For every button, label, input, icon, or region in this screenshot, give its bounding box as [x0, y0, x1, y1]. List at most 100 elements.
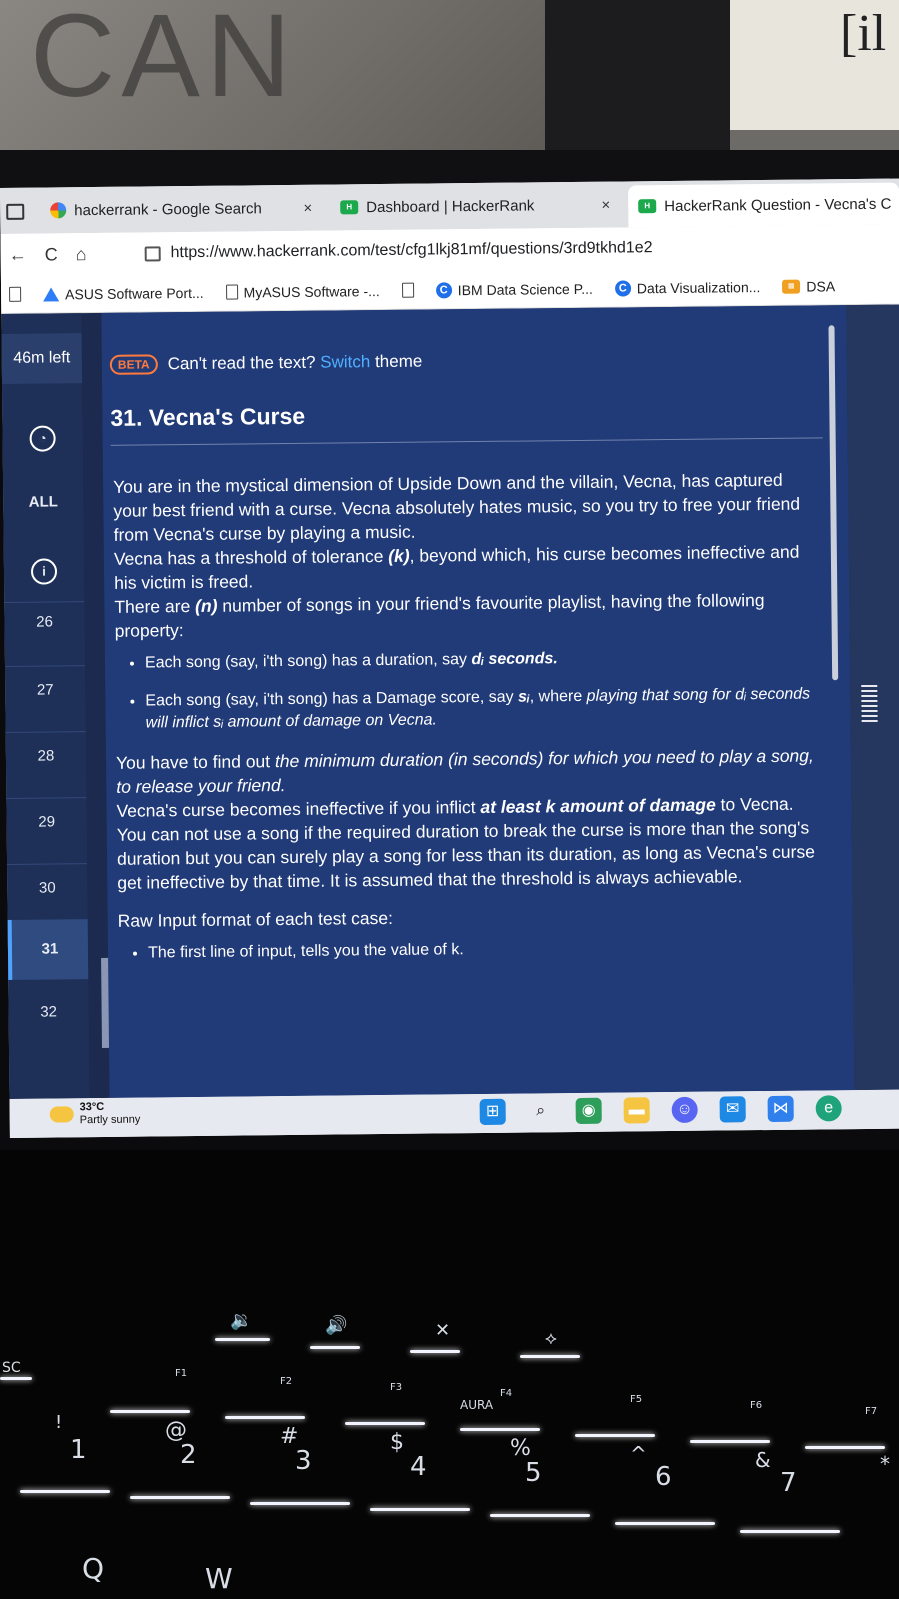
sidebar-item-info[interactable]: i — [4, 558, 84, 585]
key-esc: SC — [2, 1360, 21, 1376]
key-backlight — [0, 1377, 32, 1380]
theme-banner: BETA Can't read the text? Switch theme — [109, 351, 423, 375]
key-backlight — [460, 1428, 540, 1431]
sidebar-item-31[interactable]: 31 — [7, 919, 89, 980]
tab-vecna-question[interactable]: H HackerRank Question - Vecna's C — [628, 182, 899, 228]
partly-sunny-icon — [49, 1106, 74, 1123]
bookmark-asus[interactable]: ASUS Software Port... — [43, 284, 204, 302]
bookmark-dataviz[interactable]: C Data Visualization... — [614, 278, 761, 297]
key-label: $ — [390, 1430, 404, 1455]
sidebar-item-32[interactable]: 32 — [9, 1003, 89, 1021]
back-icon[interactable]: ← — [9, 244, 27, 265]
key-label: * — [880, 1452, 890, 1476]
key-backlight — [310, 1346, 360, 1349]
window-menu-icon[interactable] — [6, 203, 25, 220]
weather-widget[interactable]: 33°C Partly sunny — [49, 1101, 141, 1128]
aura-key-label: AURA — [460, 1398, 494, 1412]
tab-dashboard[interactable]: H Dashboard | HackerRank × — [330, 188, 620, 225]
page-icon — [401, 282, 414, 298]
sidebar-item-26[interactable]: 26 — [4, 613, 84, 631]
bookmark-myasus[interactable]: MyASUS Software -... — [225, 282, 380, 301]
hackerrank-icon: H — [638, 199, 657, 214]
paragraph: Vecna has a threshold of tolerance (k), … — [113, 541, 800, 593]
key-label: 5 — [525, 1458, 542, 1488]
paragraph: There are (n) number of songs in your fr… — [114, 590, 765, 641]
volume-down-icon: 🔉 — [230, 1310, 253, 1331]
key-backlight — [575, 1434, 655, 1437]
hackerrank-icon: H — [340, 200, 359, 215]
mail-icon[interactable]: ✉ — [719, 1096, 746, 1123]
banner-suffix: theme — [374, 351, 423, 372]
divider — [7, 863, 88, 865]
paragraph: You have to find out the minimum duratio… — [115, 745, 814, 797]
file-explorer-icon[interactable]: ▬ — [623, 1097, 650, 1124]
laptop-keyboard: SC 🔉 🔊 ✕ ⟡ F1 F2 F3 F4 AURA F5 F6 F7 ! 1… — [0, 1150, 899, 1599]
sidebar-item-30[interactable]: 30 — [7, 879, 87, 897]
paragraph: You can not use a song if the required d… — [116, 817, 816, 893]
bookmark-label: MyASUS Software -... — [243, 282, 380, 300]
discord-icon[interactable]: ☺ — [671, 1096, 698, 1124]
key-backlight — [225, 1416, 305, 1419]
key-label: & — [755, 1448, 771, 1472]
sidebar-item-27[interactable]: 27 — [5, 681, 85, 699]
url-field[interactable]: https://www.hackerrank.com/test/cfg1lkj8… — [144, 239, 653, 262]
folder-icon: ▦ — [782, 279, 801, 294]
fn-key-label: F7 — [865, 1406, 878, 1417]
key-backlight — [20, 1490, 110, 1493]
sidebar-item-29[interactable]: 29 — [7, 813, 87, 831]
list-item: Each song (say, i'th song) has a Damage … — [145, 683, 815, 734]
coursera-icon: C — [614, 279, 631, 297]
coursera-icon: C — [435, 281, 452, 298]
chrome-icon[interactable]: ◉ — [575, 1097, 602, 1125]
scrollbar[interactable] — [828, 325, 839, 681]
bookmark-label: DSA — [806, 277, 836, 295]
drag-handle[interactable] — [861, 684, 878, 726]
key-label: W — [205, 1562, 233, 1595]
home-icon[interactable]: ⌂ — [76, 244, 87, 265]
fn-key-label: F2 — [280, 1376, 293, 1387]
edge-icon[interactable]: e — [815, 1095, 842, 1122]
property-list: Each song (say, i'th song) has a duratio… — [115, 645, 816, 734]
bookmark-page[interactable] — [401, 282, 414, 298]
list-item: The first line of input, tells you the v… — [148, 935, 818, 964]
mic-mute-icon: ✕ — [435, 1320, 451, 1341]
key-backlight — [110, 1410, 190, 1413]
search-icon[interactable]: ⌕ — [528, 1098, 554, 1124]
volume-up-icon: 🔊 — [325, 1315, 348, 1336]
tab-google-search[interactable]: hackerrank - Google Search × — [40, 191, 322, 228]
banner-question: Can't read the text? — [167, 352, 316, 374]
key-backlight — [520, 1355, 580, 1358]
switch-theme-link[interactable]: Switch — [320, 352, 370, 372]
divider — [4, 601, 85, 603]
asus-icon — [43, 286, 60, 302]
bookmark-label: Data Visualization... — [636, 278, 761, 296]
fn-key-label: F1 — [175, 1368, 188, 1379]
bookmark-dsa[interactable]: ▦ DSA — [782, 278, 835, 295]
lock-icon — [144, 245, 161, 261]
screen: hackerrank - Google Search × H Dashboard… — [0, 178, 899, 1138]
question-panel: BETA Can't read the text? Switch theme 3… — [101, 305, 855, 1098]
bookmark-ibm[interactable]: C IBM Data Science P... — [435, 280, 593, 298]
weather-condition: Partly sunny — [79, 1113, 141, 1127]
tab-label: Dashboard | HackerRank — [366, 196, 535, 216]
background-wall: CAN [il — [0, 0, 899, 160]
sidebar-item-all[interactable]: ALL — [3, 493, 83, 511]
wall-card-text: [il — [840, 5, 887, 62]
vscode-icon[interactable]: ⋈ — [767, 1095, 794, 1123]
divider — [110, 437, 823, 446]
key-label: 3 — [295, 1446, 312, 1476]
reload-icon[interactable]: C — [45, 244, 58, 265]
wall-dark-panel — [545, 0, 730, 150]
fn-key-label: F4 — [500, 1388, 513, 1399]
key-label: 4 — [410, 1452, 427, 1482]
divider — [6, 797, 87, 799]
beta-badge: BETA — [109, 354, 158, 375]
windows-icon[interactable]: ⊞ — [479, 1098, 506, 1126]
close-icon[interactable]: × — [601, 196, 610, 213]
key-backlight — [345, 1422, 425, 1425]
key-backlight — [370, 1508, 470, 1511]
sidebar-item-dashboard[interactable]: ◔ — [2, 425, 82, 452]
sidebar-item-28[interactable]: 28 — [6, 747, 86, 765]
question-sidebar: 46m left ◔ ALL i 26 27 28 29 30 31 32 — [1, 313, 90, 1099]
close-icon[interactable]: × — [303, 199, 312, 216]
